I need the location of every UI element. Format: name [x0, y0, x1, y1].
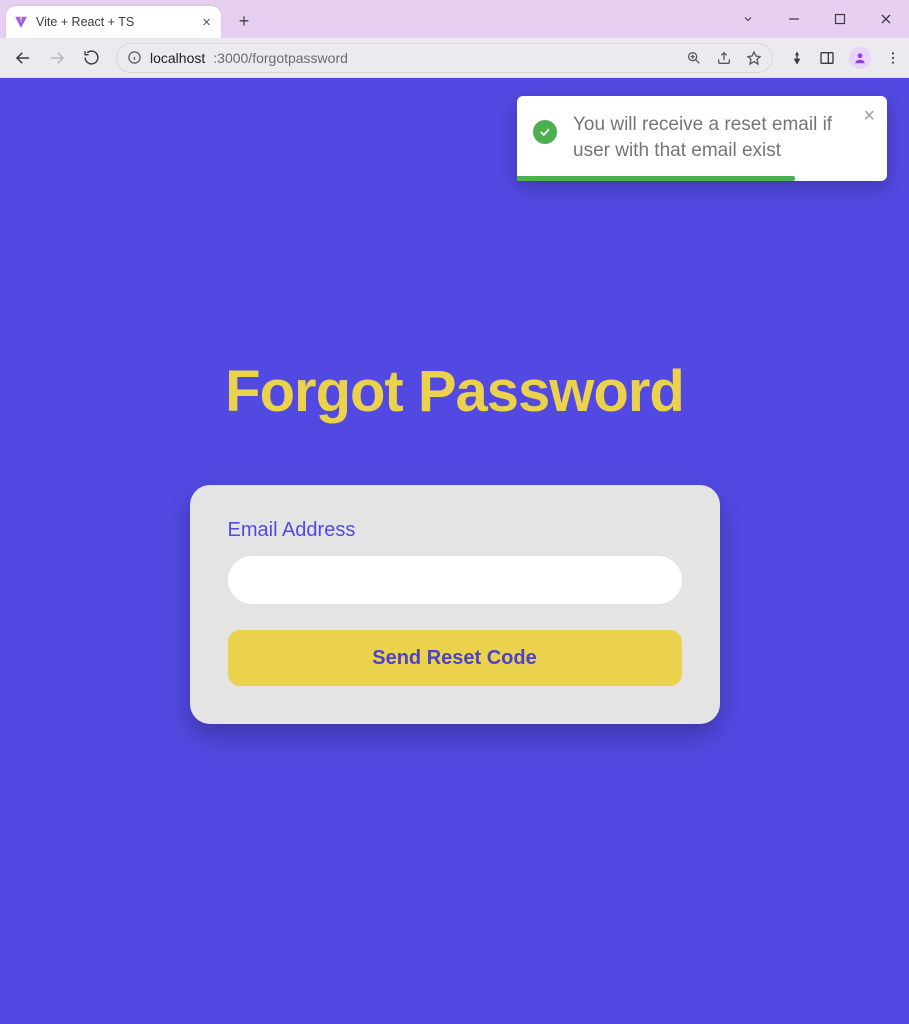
send-reset-code-button[interactable]: Send Reset Code [228, 630, 682, 686]
share-icon[interactable] [716, 50, 732, 66]
toast-progress-bar [517, 176, 795, 181]
tab-title: Vite + React + TS [36, 15, 194, 29]
site-info-icon[interactable] [127, 50, 142, 65]
kebab-menu-icon[interactable] [885, 50, 901, 66]
side-panel-icon[interactable] [819, 50, 835, 66]
forgot-password-card: Email Address Send Reset Code [190, 485, 720, 724]
window-close-button[interactable] [863, 0, 909, 38]
window-controls [725, 0, 909, 38]
vite-favicon-icon [14, 15, 28, 29]
browser-toolbar: localhost :3000/forgotpassword [0, 38, 909, 78]
page-title: Forgot Password [225, 358, 684, 425]
window-chevron-icon[interactable] [725, 0, 771, 38]
zoom-icon[interactable] [686, 50, 702, 66]
address-bar[interactable]: localhost :3000/forgotpassword [116, 43, 773, 73]
email-field[interactable] [228, 556, 682, 604]
window-maximize-button[interactable] [817, 0, 863, 38]
toast-success: You will receive a reset email if user w… [517, 96, 887, 181]
check-circle-icon [533, 120, 557, 144]
nav-reload-button[interactable] [76, 43, 106, 73]
extensions-pin-icon[interactable] [789, 50, 805, 66]
profile-avatar[interactable] [849, 47, 871, 69]
app-viewport: You will receive a reset email if user w… [0, 78, 909, 1024]
url-host: localhost [150, 50, 205, 66]
nav-back-button[interactable] [8, 43, 38, 73]
close-tab-icon[interactable]: × [202, 15, 211, 30]
url-path: :3000/forgotpassword [213, 50, 348, 66]
browser-tab-active[interactable]: Vite + React + TS × [6, 6, 221, 38]
new-tab-button[interactable]: + [229, 6, 259, 36]
email-label: Email Address [228, 519, 682, 542]
bookmark-star-icon[interactable] [746, 50, 762, 66]
toast-close-button[interactable]: × [863, 106, 875, 126]
nav-forward-button[interactable] [42, 43, 72, 73]
window-titlebar: Vite + React + TS × + [0, 0, 909, 38]
window-minimize-button[interactable] [771, 0, 817, 38]
toast-message: You will receive a reset email if user w… [573, 112, 847, 163]
